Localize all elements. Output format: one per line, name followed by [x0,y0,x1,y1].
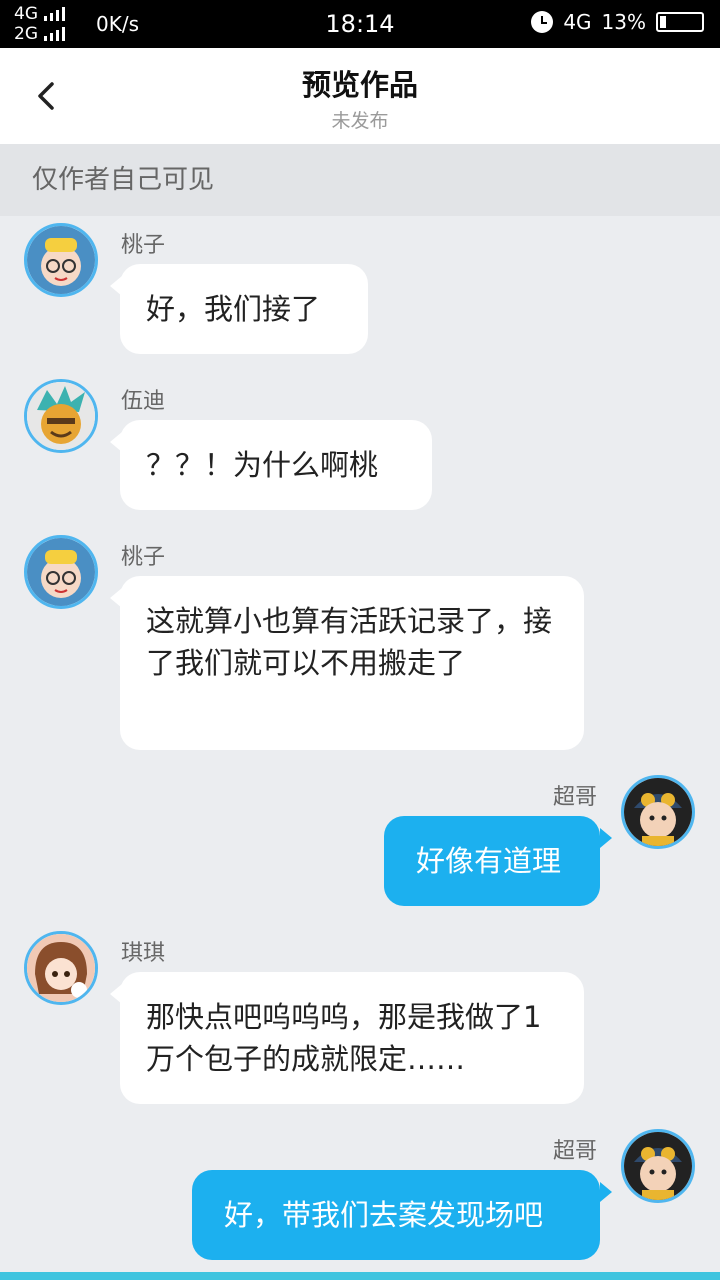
avatar-chaoge[interactable] [621,775,695,849]
avatar-chaoge[interactable] [621,1129,695,1203]
sender-name: 伍迪 [121,389,166,414]
page-subtitle: 未发布 [331,110,389,132]
bubble-tail [600,1182,612,1202]
network-type-label: 4G [563,10,592,34]
battery-icon [656,12,704,32]
visibility-notice: 仅作者自己可见 [0,144,720,216]
avatar-wudi[interactable] [24,379,98,453]
message-bubble[interactable]: 好像有道理 [384,816,600,906]
message-bubble[interactable]: 那快点吧呜呜呜，那是我做了1万个包子的成就限定…… [120,972,584,1104]
sender-name: 超哥 [553,785,598,810]
message-bubble[interactable]: ？？！为什么啊桃 [120,420,432,510]
sender-name: 琪琪 [121,941,166,966]
bottom-accent-bar [0,1272,720,1280]
page-title: 预览作品 [301,68,418,102]
avatar-taozi[interactable] [24,223,98,297]
status-bar: 4G 2G 0K/s 18:14 4G 13% [0,0,720,48]
sender-name: 桃子 [121,233,166,258]
character-avatar-icon [27,934,95,1002]
avatar-qiqi[interactable] [24,931,98,1005]
message-bubble[interactable]: 好，带我们去案发现场吧 [192,1170,600,1260]
character-avatar-icon [624,1132,692,1200]
battery-percent: 13% [601,10,646,34]
character-avatar-icon [27,382,95,450]
bubble-tail [600,828,612,848]
nav-bar: 预览作品 未发布 [0,48,720,144]
message-bubble[interactable]: 这就算小也算有活跃记录了，接了我们就可以不用搬走了 [120,576,584,750]
sender-name: 桃子 [121,545,166,570]
message-bubble[interactable]: 好，我们接了 [120,264,368,354]
character-avatar-icon [27,226,95,294]
character-avatar-icon [27,538,95,606]
alarm-icon [531,11,554,33]
character-avatar-icon [624,778,692,846]
avatar-taozi[interactable] [24,535,98,609]
sender-name: 超哥 [553,1139,598,1164]
